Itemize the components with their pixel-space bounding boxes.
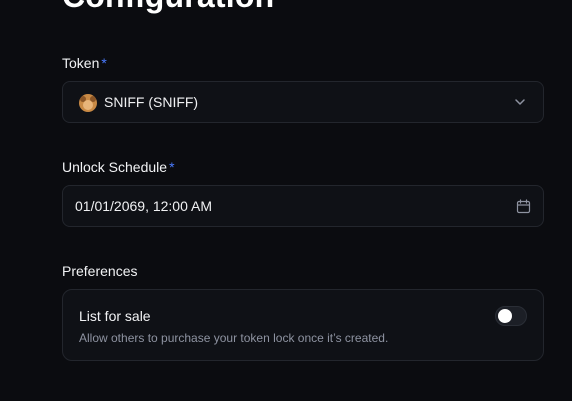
chevron-down-icon xyxy=(515,99,525,105)
list-for-sale-card: List for sale Allow others to purchase y… xyxy=(62,289,544,361)
unlock-schedule-input[interactable]: 01/01/2069, 12:00 AM xyxy=(62,185,544,227)
unlock-schedule-label-text: Unlock Schedule xyxy=(62,159,168,175)
token-label: Token * xyxy=(62,55,107,71)
unlock-schedule-label: Unlock Schedule * xyxy=(62,159,175,175)
required-indicator: * xyxy=(169,159,175,175)
lock-configuration-form: Configuration Token* SNIFF (SNIFF) Unloc… xyxy=(0,0,572,401)
list-for-sale-title: List for sale xyxy=(79,308,151,324)
calendar-icon[interactable] xyxy=(516,199,531,214)
token-select[interactable]: SNIFF (SNIFF) xyxy=(62,81,544,123)
unlock-schedule-value: 01/01/2069, 12:00 AM xyxy=(75,198,212,214)
token-select-value: SNIFF (SNIFF) xyxy=(104,94,199,110)
list-for-sale-toggle[interactable] xyxy=(495,306,527,326)
section-heading: Configuration xyxy=(62,0,274,15)
token-avatar-icon xyxy=(79,94,97,112)
token-label-text: Token xyxy=(62,55,100,71)
preferences-label: Preferences xyxy=(62,263,138,279)
toggle-knob xyxy=(498,309,512,323)
required-indicator: * xyxy=(101,55,107,71)
list-for-sale-description: Allow others to purchase your token lock… xyxy=(79,331,389,345)
